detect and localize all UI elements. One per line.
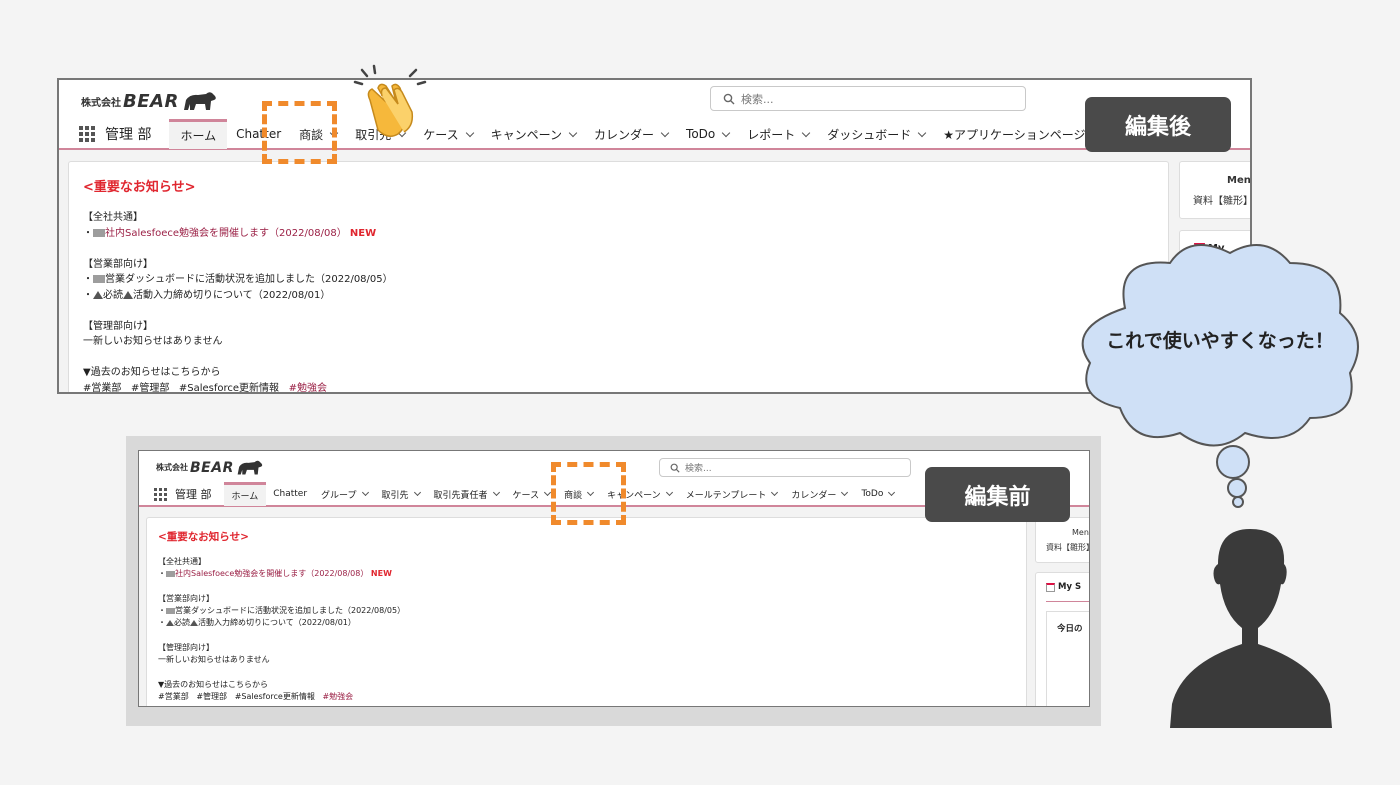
section-heading: 【営業部向け】 [158,593,214,603]
calendar-icon [1046,583,1055,592]
tag-link[interactable]: #管理部 [196,692,227,701]
side-menu-card: Menu 資料【雛形】 [1179,161,1251,219]
tab-chatter[interactable]: Chatter [266,482,314,506]
side-card-link[interactable]: 資料【雛形】 [1193,192,1250,207]
notice-item: 一新しいお知らせはありません [83,336,223,347]
tab-todo[interactable]: ToDo [677,119,738,149]
past-notices-label: ▼過去のお知らせはこちらから [158,679,268,689]
company-name: 株式会社 [81,97,121,109]
nav-bar: 管理 部 ホーム Chatter 商談 取引先 ケース キャンペーン カレンダー… [59,119,1250,149]
today-title: 今日の [1057,624,1083,634]
new-badge: NEW [349,227,377,239]
flag-icon [93,275,105,283]
search-placeholder: 検索... [685,464,712,474]
tab-cases[interactable]: ケース [506,482,558,506]
brand-name: BEAR [190,459,234,476]
tab-calendar[interactable]: カレンダー [784,482,854,506]
warning-icon [123,290,133,299]
tab-todo[interactable]: ToDo [854,482,901,506]
tag-link[interactable]: #営業部 [158,692,189,701]
tab-calendar[interactable]: カレンダー [585,119,677,149]
tab-groups[interactable]: グループ [314,482,374,506]
section-heading: 【管理部向け】 [83,320,153,332]
past-notices-label: ▼過去のお知らせはこちらから [83,367,221,378]
person-silhouette-icon [1170,529,1332,728]
app-name: 管理 部 [105,127,152,143]
tab-contacts[interactable]: 取引先責任者 [427,482,506,506]
section-heading: 【全社共通】 [83,212,143,223]
clapping-hands-icon [353,64,427,137]
section-heading: 【管理部向け】 [158,643,214,653]
warning-icon [166,619,174,626]
global-header: 株式会社 BEAR 検索... 管理 部 ホーム Chatter 商談 取引先 … [59,80,1250,150]
notice-item[interactable]: ・必読 活動入力締め切りについて（2022/08/01） [158,617,405,629]
side-menu-card: Menu 資料【雛形】 [1035,517,1089,563]
section-heading: 【営業部向け】 [83,258,153,270]
notice-title: <重要なお知らせ> [83,180,196,195]
company-logo: 株式会社 BEAR [156,459,264,476]
flag-icon [93,228,105,237]
app-name: 管理 部 [175,488,212,501]
bear-logo-icon [183,92,216,110]
warning-icon [93,290,103,299]
highlight-opportunity-after [262,101,337,164]
search-icon [723,93,735,104]
notice-item[interactable]: ・社内Salesfoece勉強会を開催します（2022/08/08） NEW [158,568,405,580]
tab-home[interactable]: ホーム [169,119,228,149]
notice-body: 【全社共通】 ・社内Salesfoece勉強会を開催します（2022/08/08… [83,210,393,393]
notice-item: 一新しいお知らせはありません [158,655,270,665]
notice-item[interactable]: ・営業ダッシュボードに活動状況を追加しました（2022/08/05） [83,272,393,288]
tab-app-pages[interactable]: ★アプリケーションページ [934,119,1094,149]
company-logo: 株式会社 BEAR [81,90,218,112]
notice-body: 【全社共通】 ・社内Salesfoece勉強会を開催します（2022/08/08… [158,556,405,704]
search-placeholder: 検索... [741,92,774,106]
tab-email-templates[interactable]: メールテンプレート [679,482,785,506]
tab-accounts[interactable]: 取引先 [375,482,427,506]
tab-reports[interactable]: レポート [738,119,818,149]
tag-link[interactable]: #勉強会 [322,692,353,701]
after-label: 編集後 [1085,97,1231,152]
notice-title: <重要なお知らせ> [158,531,249,543]
flag-icon [166,607,175,614]
side-card-title: My S [1058,582,1082,592]
company-name: 株式会社 [156,463,188,472]
app-launcher-icon[interactable] [154,487,167,501]
notice-card: <重要なお知らせ> 【全社共通】 ・社内Salesfoece勉強会を開催します（… [146,517,1027,706]
flag-icon [166,570,175,577]
brand-name: BEAR [123,90,179,112]
notice-item[interactable]: ・営業ダッシュボードに活動状況を追加しました（2022/08/05） [158,605,405,617]
thought-cloud-icon [1081,244,1359,508]
section-heading: 【全社共通】 [158,557,206,566]
global-search-input[interactable]: 検索... [659,458,911,477]
side-card-title: Menu [1072,528,1089,537]
tag-list: #営業部 #管理部 #Salesforce更新情報 #勉強会 [158,691,405,703]
bear-logo-icon [237,460,263,475]
today-panel: 今日の [1046,611,1089,706]
before-label: 編集前 [925,467,1070,522]
thought-text: これで使いやすくなった！ [1106,330,1334,352]
warning-icon [190,619,198,626]
global-search-input[interactable]: 検索... [710,86,1026,111]
highlight-opportunity-before [551,462,626,525]
tag-link[interactable]: #Salesforce更新情報 [179,383,279,393]
side-my-card: My S 今日の [1035,572,1089,706]
tab-dashboards[interactable]: ダッシュボード [818,119,934,149]
tab-home[interactable]: ホーム [223,482,267,506]
side-card-title: Menu [1227,175,1251,186]
notice-card: <重要なお知らせ> 【全社共通】 ・社内Salesfoece勉強会を開催します（… [68,161,1169,393]
notice-item[interactable]: ・社内Salesfoece勉強会を開催します（2022/08/08） NEW [83,226,393,242]
tag-link[interactable]: #勉強会 [289,383,327,393]
tag-link[interactable]: #Salesforce更新情報 [235,692,315,701]
tab-campaigns[interactable]: キャンペーン [482,119,585,149]
search-icon [670,463,680,473]
side-card-link[interactable]: 資料【雛形】 [1046,542,1089,553]
app-launcher-icon[interactable] [79,126,95,142]
new-badge: NEW [370,569,392,579]
tag-list: #営業部 #管理部 #Salesforce更新情報 #勉強会 [83,381,393,393]
tag-link[interactable]: #営業部 [83,383,121,393]
tag-link[interactable]: #管理部 [131,383,169,393]
notice-item[interactable]: ・必読 活動入力締め切りについて（2022/08/01） [83,288,393,304]
